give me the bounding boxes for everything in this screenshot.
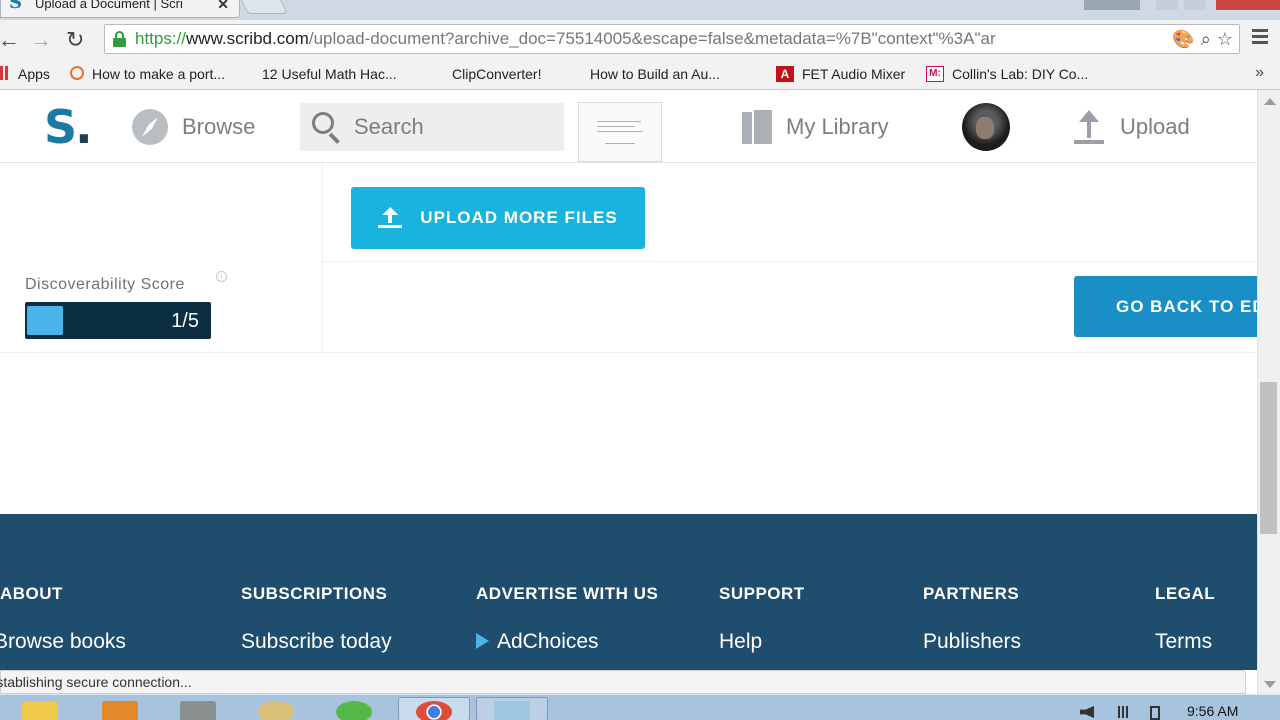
info-icon[interactable]: i xyxy=(216,271,227,282)
my-library-label: My Library xyxy=(786,114,889,139)
search-input[interactable]: Search xyxy=(300,103,564,151)
chrome-icon[interactable] xyxy=(416,701,452,720)
url-scheme: https:// xyxy=(135,29,187,48)
omnibox-icons: 🎨 ⌕ ☆ xyxy=(1168,25,1233,53)
discoverability-score-bar: 1/5 xyxy=(25,302,211,339)
footer-link[interactable]: Browse books xyxy=(0,630,126,654)
my-library-nav[interactable]: My Library xyxy=(742,102,889,152)
compass-icon xyxy=(132,109,168,145)
paint-icon[interactable] xyxy=(258,701,294,720)
status-text: Establishing secure connection... xyxy=(0,674,192,690)
bookmarks-bar: Apps How to make a port... 12 Useful Mat… xyxy=(0,60,1280,171)
bookmark-item[interactable]: A FET Audio Mixer xyxy=(776,66,905,82)
taskbar-clock[interactable]: 9:56 AM xyxy=(1187,703,1238,719)
scroll-thumb[interactable] xyxy=(1260,382,1277,534)
window-close-button[interactable] xyxy=(1216,0,1280,10)
app-cube-icon[interactable] xyxy=(180,701,216,720)
status-bubble: Establishing secure connection... xyxy=(0,670,1246,694)
footer-link[interactable]: Publishers xyxy=(923,630,1021,654)
browser-tab[interactable]: S Upload a Document | Scri ✕ xyxy=(0,0,240,18)
tab-title: Upload a Document | Scri xyxy=(35,0,183,11)
bookmark-item[interactable]: M: Collin's Lab: DIY Co... xyxy=(926,66,1088,82)
go-back-to-edit-button[interactable]: GO BACK TO EDIT xyxy=(1074,276,1257,337)
url-host: www.scribd.com xyxy=(186,29,309,48)
footer-heading: LEGAL xyxy=(1155,584,1216,603)
scroll-up-arrow-icon[interactable] xyxy=(1264,98,1276,105)
window-maximize-button[interactable] xyxy=(1184,0,1206,10)
blocked-popup-icon[interactable]: 🎨 xyxy=(1172,25,1194,53)
address-bar[interactable]: https://www.scribd.com/upload-document?a… xyxy=(104,24,1240,54)
search-icon xyxy=(312,112,342,144)
makezine-icon: M: xyxy=(926,66,944,82)
app-window-icon[interactable] xyxy=(494,701,530,720)
tab-close-icon[interactable]: ✕ xyxy=(217,0,229,12)
bookmark-item[interactable]: 12 Useful Math Hac... xyxy=(262,66,397,171)
footer-heading: ABOUT xyxy=(0,584,63,603)
window-user-button[interactable] xyxy=(1084,0,1140,10)
reload-icon[interactable]: ↻ xyxy=(66,28,84,52)
window-minimize-button[interactable] xyxy=(1156,0,1178,10)
upload-more-label: UPLOAD MORE FILES xyxy=(420,208,618,227)
bookmarks-overflow-button[interactable]: » xyxy=(1255,64,1264,82)
adchoices-link[interactable]: AdChoices xyxy=(476,630,599,654)
network-icon[interactable] xyxy=(1118,706,1132,718)
document-thumbnail[interactable] xyxy=(578,102,662,162)
upload-more-files-button[interactable]: UPLOAD MORE FILES xyxy=(351,187,645,249)
browser-tabstrip: S Upload a Document | Scri ✕ xyxy=(0,0,1280,20)
site-header: S. Browse Search My Library Upload xyxy=(0,90,1257,163)
bookmark-item[interactable]: How to Build an Au... xyxy=(590,66,720,171)
new-tab-button[interactable] xyxy=(240,0,288,14)
windows-taskbar xyxy=(0,694,1280,720)
browser-menu-icon[interactable] xyxy=(1252,29,1268,45)
media-player-icon[interactable] xyxy=(102,701,138,720)
battery-icon[interactable] xyxy=(1150,706,1160,720)
bookmark-apps[interactable]: Apps xyxy=(0,66,50,82)
browser-toolbar: ← → ↻ https://www.scribd.com/upload-docu… xyxy=(0,20,1280,60)
upload-icon xyxy=(1074,110,1104,144)
explorer-icon[interactable] xyxy=(22,701,58,720)
apps-icon xyxy=(0,66,10,80)
footer-link[interactable]: Subscribe today xyxy=(241,630,392,654)
site-icon xyxy=(70,66,84,80)
score-fill xyxy=(27,306,63,335)
site-footer: ABOUT Browse books SUBSCRIPTIONS Subscri… xyxy=(0,514,1257,670)
row-divider xyxy=(323,261,1257,262)
library-icon xyxy=(742,110,774,144)
discoverability-label: Discoverability Score xyxy=(25,276,185,293)
footer-heading: SUBSCRIPTIONS xyxy=(241,584,388,603)
upload-nav[interactable]: Upload xyxy=(1074,102,1190,152)
footer-link[interactable]: Help xyxy=(719,630,762,654)
browse-label: Browse xyxy=(182,114,256,139)
url-path: /upload-document?archive_doc=75514005&es… xyxy=(308,29,996,48)
bookmark-item[interactable]: ClipConverter! xyxy=(452,66,541,171)
bookmark-item[interactable]: How to make a port... xyxy=(70,66,225,82)
scroll-down-arrow-icon[interactable] xyxy=(1264,681,1276,688)
forward-arrow-icon[interactable]: → xyxy=(30,28,52,52)
bookmark-star-icon[interactable]: ☆ xyxy=(1217,25,1233,53)
fet-icon: A xyxy=(776,66,794,82)
footer-heading: PARTNERS xyxy=(923,584,1020,603)
footer-link[interactable]: Terms xyxy=(1155,630,1212,654)
search-placeholder: Search xyxy=(354,114,424,139)
scribd-favicon-icon: S xyxy=(9,0,22,13)
page-content: S. Browse Search My Library Upload UPLOA… xyxy=(0,90,1257,670)
page-scrollbar[interactable] xyxy=(1257,90,1280,694)
lock-icon xyxy=(113,31,126,47)
back-arrow-icon[interactable]: ← xyxy=(0,28,20,52)
browse-nav[interactable]: Browse xyxy=(132,102,255,152)
upload-icon xyxy=(378,207,403,229)
zoom-icon[interactable]: ⌕ xyxy=(1201,25,1211,53)
avatar[interactable] xyxy=(962,103,1010,151)
footer-heading: SUPPORT xyxy=(719,584,805,603)
utorrent-icon[interactable] xyxy=(336,701,372,720)
upload-label: Upload xyxy=(1120,114,1190,139)
section-divider xyxy=(0,352,1257,353)
adchoices-icon xyxy=(476,633,489,649)
score-text: 1/5 xyxy=(171,310,199,332)
footer-heading: ADVERTISE WITH US xyxy=(476,584,659,603)
scribd-logo[interactable]: S. xyxy=(44,100,93,154)
